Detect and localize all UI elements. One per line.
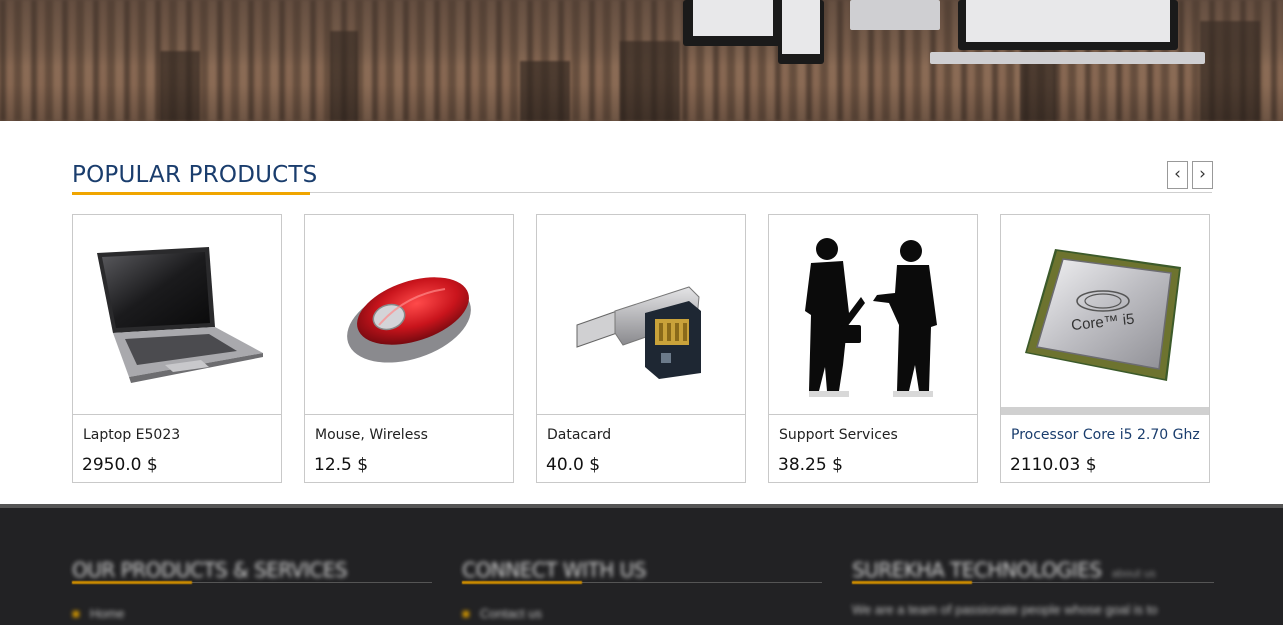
footer-heading: SUREKHA TECHNOLOGIES about us: [852, 558, 1156, 582]
product-name[interactable]: Support Services: [779, 427, 898, 443]
hero-banner: [0, 0, 1283, 121]
bullet-icon: ■: [72, 606, 80, 621]
carousel-prev-button[interactable]: ‹: [1167, 161, 1188, 189]
datacard-image[interactable]: [537, 215, 745, 415]
laptop-device-image: [850, 0, 940, 30]
tablet-device-image: [683, 0, 783, 46]
footer-about-text: We are a team of passionate people whose…: [852, 602, 1158, 617]
product-name[interactable]: Laptop E5023: [83, 427, 180, 443]
support-services-image[interactable]: [769, 215, 977, 415]
monitor-device-image: [958, 0, 1178, 50]
product-price: 40.0 $: [546, 455, 601, 475]
product-price: 12.5 $: [314, 455, 369, 475]
footer-column-connect: CONNECT WITH US ■ Contact us: [462, 558, 822, 621]
product-name[interactable]: Processor Core i5 2.70 Ghz: [1011, 427, 1200, 443]
processor-image[interactable]: Core™ i5: [1001, 215, 1209, 415]
product-price: 2110.03 $: [1010, 455, 1097, 475]
product-price: 2950.0 $: [82, 455, 158, 475]
product-name[interactable]: Mouse, Wireless: [315, 427, 428, 443]
product-card[interactable]: Datacard 40.0 $: [536, 214, 746, 483]
footer-heading: OUR PRODUCTS & SERVICES: [72, 558, 348, 582]
carousel-next-button[interactable]: ›: [1192, 161, 1213, 189]
product-card[interactable]: Support Services 38.25 $: [768, 214, 978, 483]
footer-column-about: SUREKHA TECHNOLOGIES about us We are a te…: [852, 558, 1214, 617]
product-card[interactable]: Core™ i5 Processor Core i5 2.70 Ghz 2110…: [1000, 214, 1210, 483]
section-title: POPULAR PRODUCTS: [72, 162, 318, 188]
footer-link-home[interactable]: ■ Home: [72, 606, 125, 621]
product-name[interactable]: Datacard: [547, 427, 611, 443]
product-card[interactable]: Mouse, Wireless 12.5 $: [304, 214, 514, 483]
phone-device-image: [778, 0, 824, 64]
footer-link-contact[interactable]: ■ Contact us: [462, 606, 542, 621]
title-accent-bar: [72, 192, 310, 195]
footer-heading: CONNECT WITH US: [462, 558, 646, 582]
bullet-icon: ■: [462, 606, 470, 621]
product-card[interactable]: Laptop E5023 2950.0 $: [72, 214, 282, 483]
product-price: 38.25 $: [778, 455, 843, 475]
footer-column-products: OUR PRODUCTS & SERVICES ■ Home: [72, 558, 432, 621]
wireless-mouse-image[interactable]: [305, 215, 513, 415]
laptop-image[interactable]: [73, 215, 281, 415]
